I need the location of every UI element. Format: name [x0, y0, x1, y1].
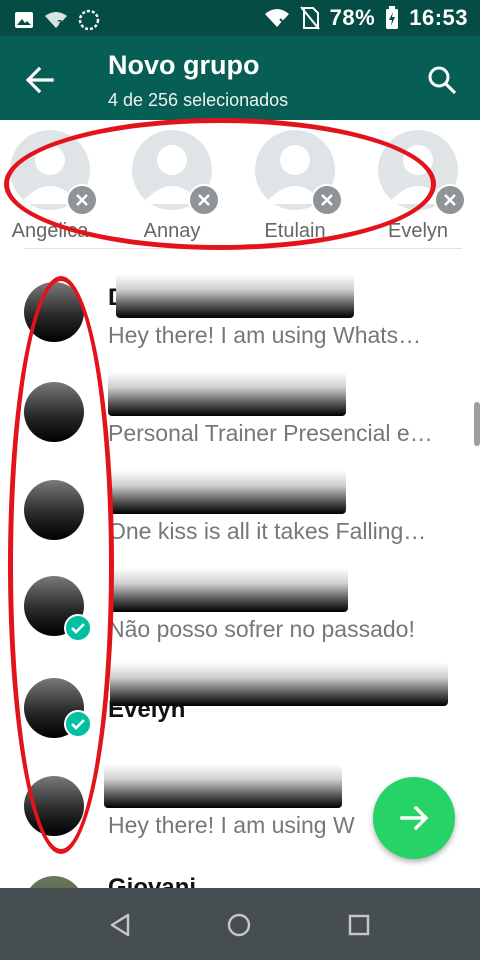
back-button[interactable]: [20, 60, 60, 100]
home-circle-icon: [227, 913, 251, 937]
image-icon: [15, 12, 33, 28]
close-icon: [76, 194, 88, 206]
next-button[interactable]: [373, 777, 455, 859]
remove-selected-button[interactable]: [434, 184, 466, 216]
avatar: [24, 382, 84, 442]
selected-contact[interactable]: Angelica: [4, 130, 98, 250]
battery-percent: 78%: [329, 5, 376, 30]
selected-contact-name: Annay: [143, 220, 201, 242]
selected-contacts-strip: Angelica Annay Etulain Evelyn: [0, 120, 480, 252]
close-icon: [444, 194, 456, 206]
redaction-box: [116, 274, 354, 318]
selected-contact[interactable]: Annay: [126, 130, 220, 250]
selected-contact-name: Angelica: [11, 220, 89, 242]
scrollbar[interactable]: [474, 402, 480, 446]
close-icon: [321, 194, 333, 206]
contact-status: One kiss is all it takes Falling…: [108, 518, 427, 544]
selected-check: [64, 614, 92, 642]
recents-square-icon: [348, 914, 370, 936]
selection-count: 4 de 256 selecionados: [108, 90, 289, 110]
divider: [24, 248, 462, 249]
wifi-icon: [264, 9, 289, 27]
avatar: [24, 876, 84, 888]
check-icon: [71, 623, 85, 634]
arrow-back-icon: [25, 66, 54, 94]
status-bar: ? 78% 16:53: [0, 0, 480, 36]
contact-status: Personal Trainer Presencial e…: [108, 420, 433, 446]
wifi-question-icon: ?: [45, 12, 67, 30]
redaction-box: [110, 662, 448, 706]
redaction-box: [108, 372, 346, 416]
search-icon: [428, 66, 457, 95]
nav-home-button[interactable]: [222, 908, 256, 942]
selected-contact[interactable]: Evelyn: [372, 130, 466, 250]
list-item[interactable]: D Hey there! I am using Whats…: [0, 274, 480, 372]
contact-status: Hey there! I am using Whats…: [108, 322, 422, 348]
avatar: [24, 480, 84, 540]
list-item[interactable]: Giovani: [0, 862, 480, 888]
page-title: Novo grupo: [108, 50, 260, 80]
nav-recents-button[interactable]: [342, 908, 376, 942]
selected-contact-name: Etulain: [264, 220, 326, 242]
remove-selected-button[interactable]: [188, 184, 220, 216]
arrow-forward-icon: [400, 805, 429, 831]
nav-back-button[interactable]: [104, 908, 138, 942]
redaction-box: [108, 470, 346, 514]
contact-name: Giovani: [108, 874, 197, 888]
remove-selected-button[interactable]: [66, 184, 98, 216]
no-sim-icon: [299, 6, 320, 30]
close-icon: [198, 194, 210, 206]
redaction-box: [110, 568, 348, 612]
battery-charging-icon: [386, 6, 399, 29]
selected-contact-name: Evelyn: [387, 220, 449, 242]
selected-check: [64, 710, 92, 738]
check-icon: [71, 719, 85, 730]
avatar: [24, 776, 84, 836]
list-item[interactable]: Evelyn: [0, 662, 480, 764]
svg-text:?: ?: [57, 19, 63, 30]
list-item[interactable]: Personal Trainer Presencial e…: [0, 372, 480, 470]
sync-icon: [78, 9, 100, 31]
list-item[interactable]: One kiss is all it takes Falling…: [0, 470, 480, 568]
redaction-box: [104, 764, 342, 808]
back-triangle-icon: [110, 913, 130, 937]
app-bar: Novo grupo 4 de 256 selecionados: [0, 36, 480, 120]
list-item[interactable]: Não posso sofrer no passado!: [0, 568, 480, 666]
navigation-bar: [0, 888, 480, 960]
remove-selected-button[interactable]: [311, 184, 343, 216]
contact-status: Não posso sofrer no passado!: [108, 616, 415, 642]
selected-contact[interactable]: Etulain: [249, 130, 343, 250]
clock: 16:53: [409, 5, 468, 30]
avatar: [24, 282, 84, 342]
search-button[interactable]: [422, 60, 462, 100]
